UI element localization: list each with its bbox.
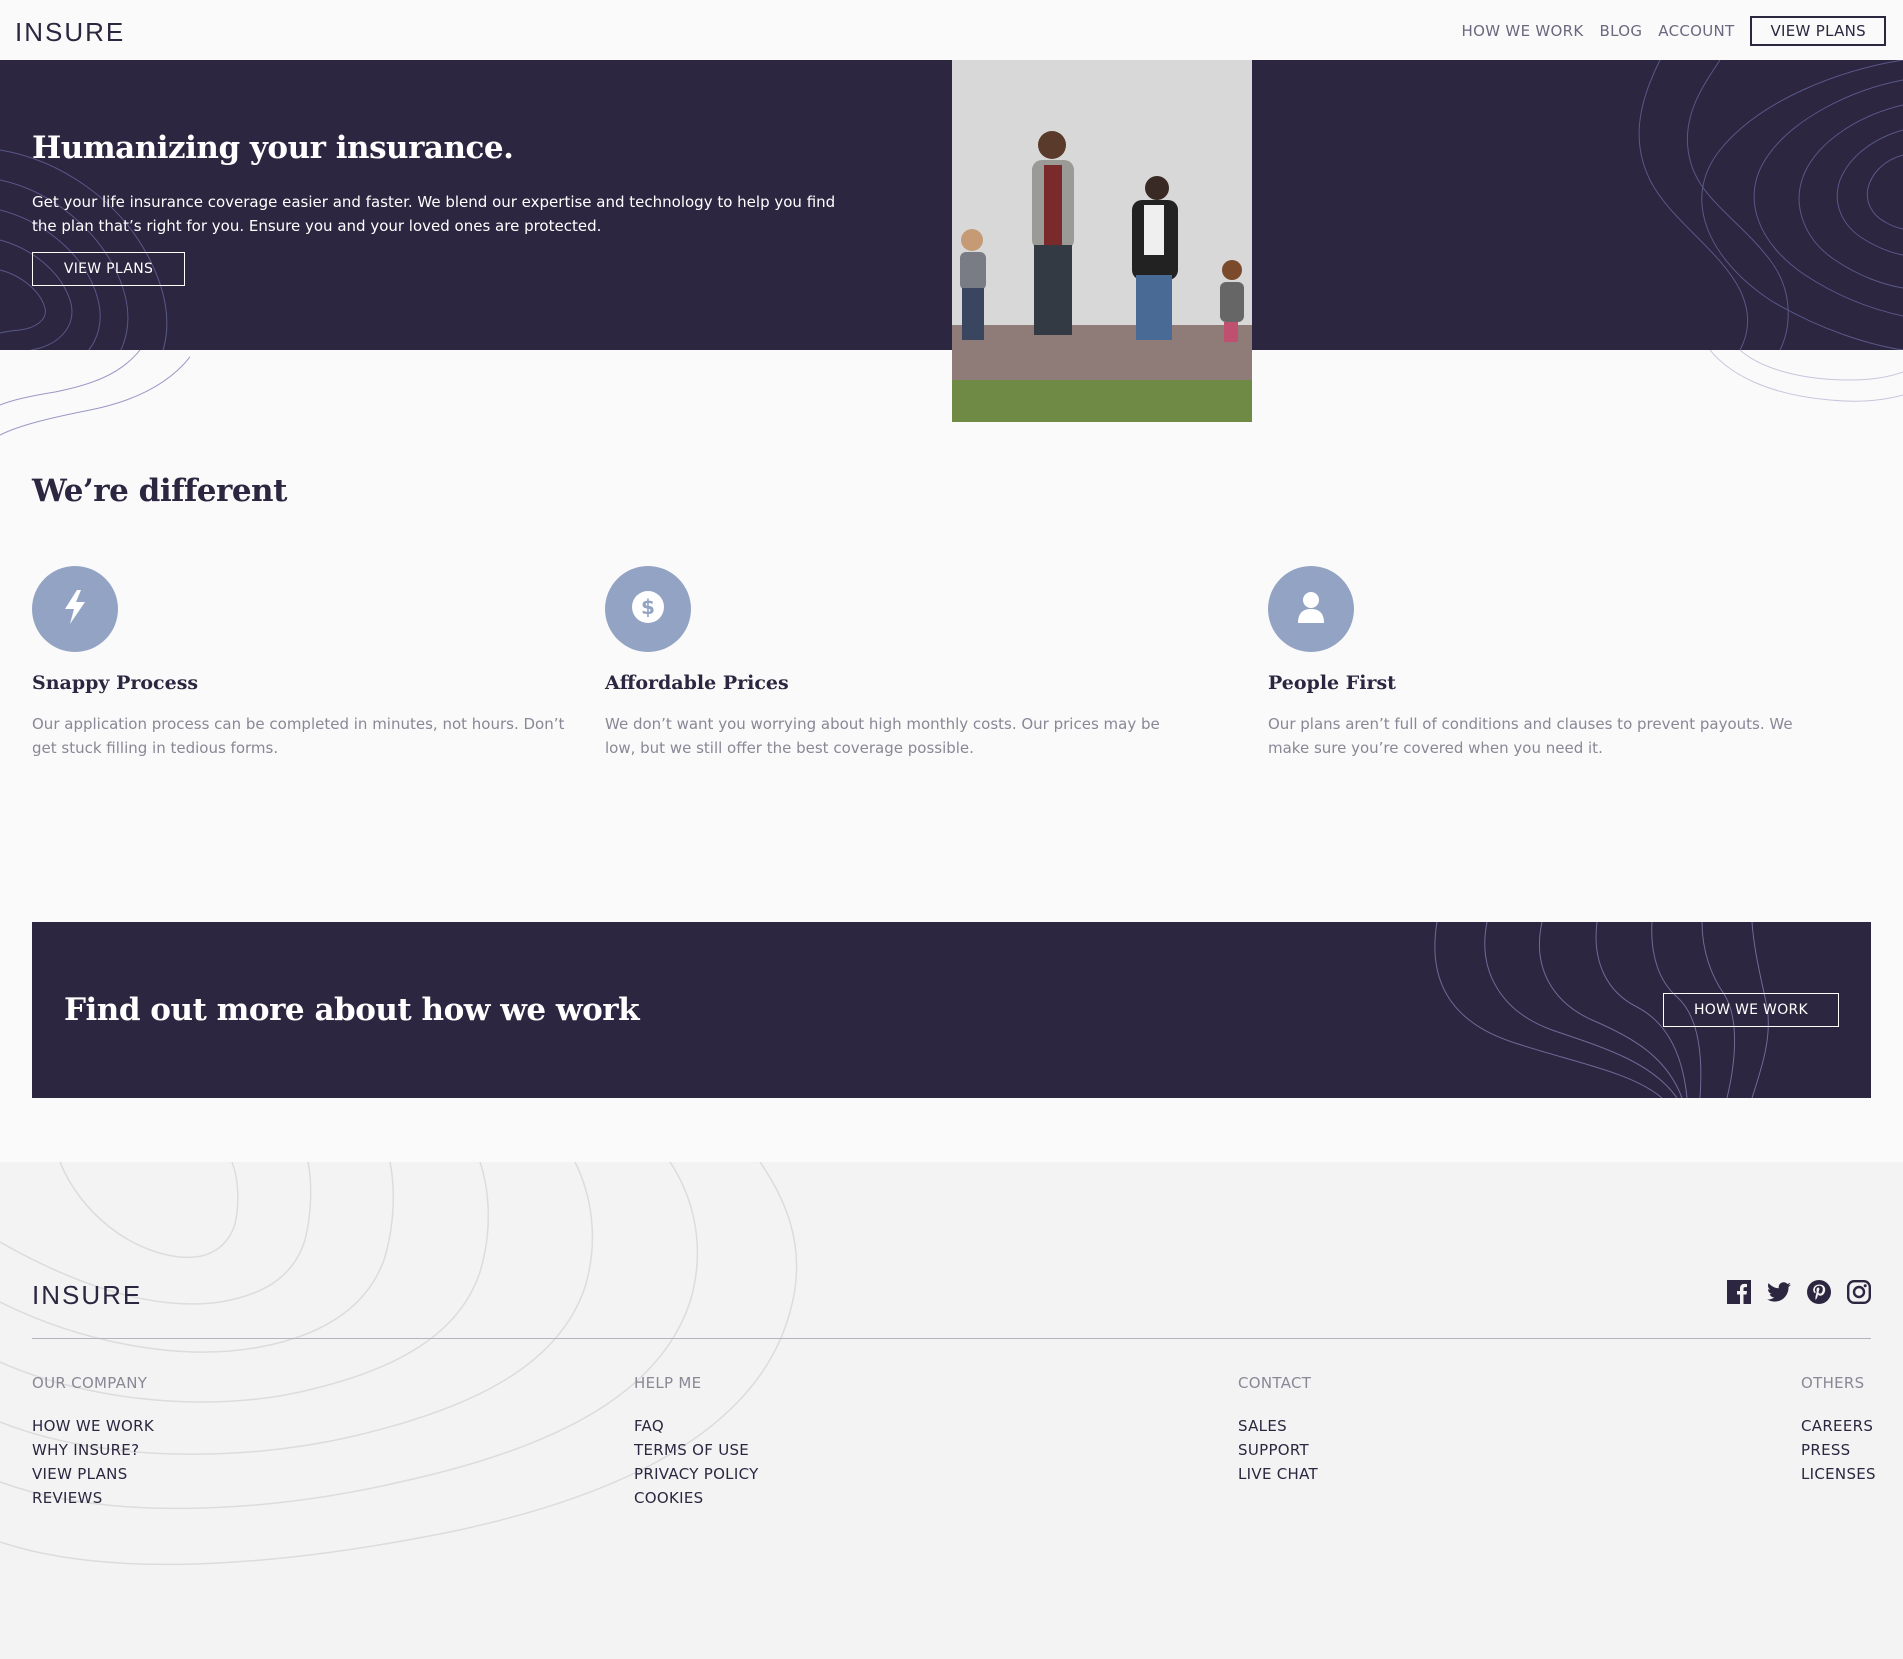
footer-column-heading: CONTACT [1238,1374,1312,1392]
footer-column-heading: HELP ME [634,1374,702,1392]
footer-column-others: OTHERS CAREERS PRESS LICENSES [1801,1374,1876,1486]
how-we-work-button[interactable]: HOW WE WORK [1663,993,1839,1027]
feature-title: People First [1268,672,1396,694]
logo[interactable]: INSURE [15,17,125,48]
nav-how-we-work[interactable]: HOW WE WORK [1462,22,1584,40]
person-icon [1298,591,1324,627]
hero-right-contour-pattern [1638,60,1903,350]
feature-title: Affordable Prices [605,672,789,694]
lightning-icon [61,590,89,628]
feature-icon-circle [32,566,118,652]
footer-link[interactable]: FAQ [634,1414,759,1438]
footer-contour-pattern [0,1162,798,1566]
footer-column-our-company: OUR COMPANY HOW WE WORK WHY INSURE? VIEW… [32,1374,154,1510]
feature-title: Snappy Process [32,672,199,694]
footer-link[interactable]: VIEW PLANS [32,1462,154,1486]
svg-text:$: $ [641,595,655,619]
family-photo [952,60,1252,422]
footer-link[interactable]: PRESS [1801,1438,1876,1462]
feature-description: We don’t want you worrying about high mo… [605,715,1160,757]
view-plans-button[interactable]: VIEW PLANS [1750,16,1886,46]
footer-link[interactable]: TERMS OF USE [634,1438,759,1462]
footer-link[interactable]: WHY INSURE? [32,1438,154,1462]
footer: INSURE OUR COMPANY HOW WE WORK WHY INSUR… [0,1162,1903,1659]
footer-link[interactable]: CAREERS [1801,1414,1876,1438]
feature-snappy-process: Snappy Process Our application process c… [32,566,592,760]
footer-column-contact: CONTACT SALES SUPPORT LIVE CHAT [1238,1374,1318,1486]
feature-description: Our plans aren’t full of conditions and … [1268,715,1793,757]
hero-view-plans-button[interactable]: VIEW PLANS [32,252,185,286]
footer-logo[interactable]: INSURE [32,1280,142,1311]
instagram-icon[interactable] [1847,1280,1872,1305]
top-navigation-bar: INSURE HOW WE WORK BLOG ACCOUNT VIEW PLA… [0,0,1903,60]
social-links [1727,1280,1872,1305]
footer-column-help-me: HELP ME FAQ TERMS OF USE PRIVACY POLICY … [634,1374,759,1510]
footer-column-heading: OUR COMPANY [32,1374,148,1392]
footer-link[interactable]: SUPPORT [1238,1438,1318,1462]
dollar-icon: $ [632,591,664,627]
feature-description: Our application process can be completed… [32,715,565,757]
facebook-icon[interactable] [1727,1280,1751,1304]
twitter-icon[interactable] [1767,1280,1791,1304]
footer-link[interactable]: COOKIES [634,1486,759,1510]
banner-title: Find out more about how we work [64,992,640,1028]
feature-people-first: People First Our plans aren’t full of co… [1268,566,1828,760]
feature-icon-circle: $ [605,566,691,652]
hero-contour-left-continuation [0,350,190,436]
pinterest-icon[interactable] [1807,1280,1831,1304]
footer-column-heading: OTHERS [1801,1374,1865,1392]
how-we-work-banner: Find out more about how we work HOW WE W… [32,922,1871,1098]
hero-contour-continuation [1709,350,1903,402]
footer-link[interactable]: PRIVACY POLICY [634,1462,759,1486]
footer-link[interactable]: REVIEWS [32,1486,154,1510]
feature-icon-circle [1268,566,1354,652]
footer-divider [32,1338,1871,1339]
footer-link[interactable]: SALES [1238,1414,1318,1438]
hero-title: Humanizing your insurance. [32,130,514,166]
footer-link[interactable]: LICENSES [1801,1462,1876,1486]
footer-link[interactable]: LIVE CHAT [1238,1462,1318,1486]
hero-description: Get your life insurance coverage easier … [32,193,836,235]
main-nav: HOW WE WORK BLOG ACCOUNT VIEW PLANS [1462,16,1886,46]
feature-affordable-prices: $ Affordable Prices We don’t want you wo… [605,566,1165,760]
footer-link[interactable]: HOW WE WORK [32,1414,154,1438]
section-title-different: We’re different [32,473,287,509]
nav-account[interactable]: ACCOUNT [1658,22,1734,40]
nav-blog[interactable]: BLOG [1600,22,1643,40]
